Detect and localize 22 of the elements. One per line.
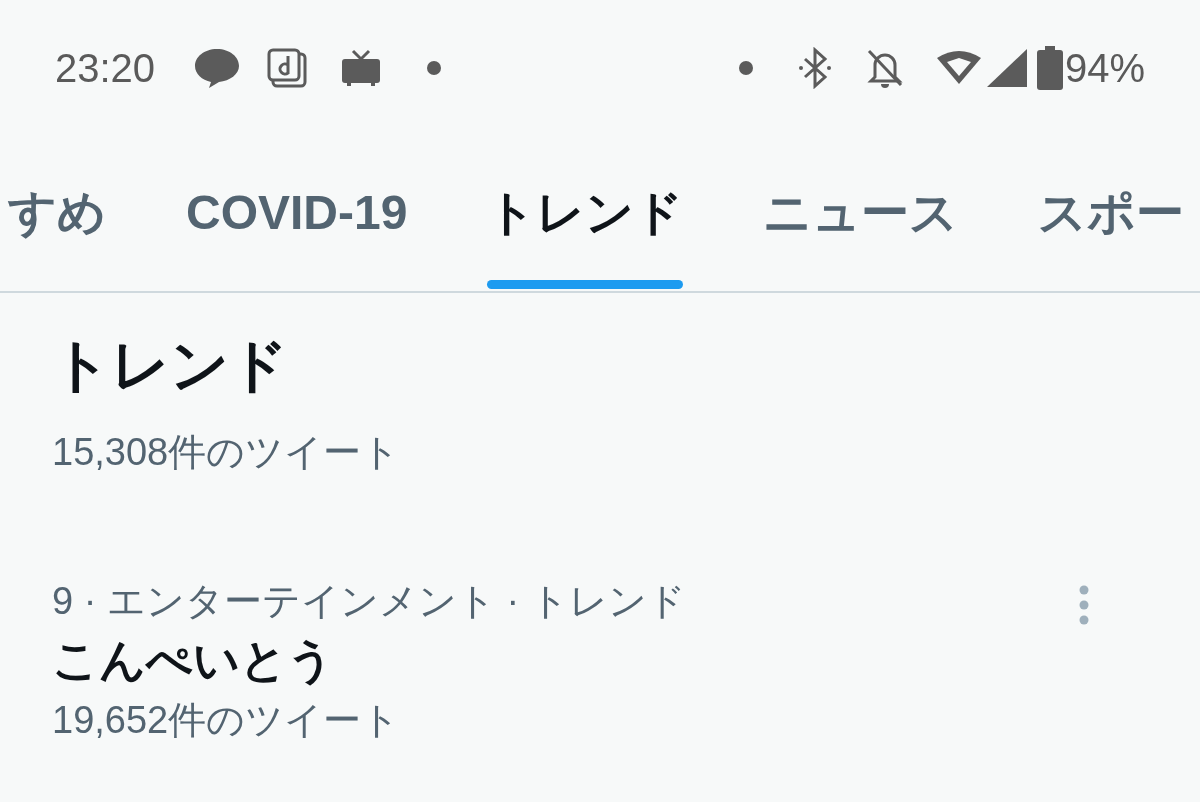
clock-time: 23:20 — [55, 44, 156, 92]
tab[interactable]: COVID-19 — [186, 135, 408, 291]
tab[interactable]: ニュース — [763, 135, 959, 291]
dot-icon — [427, 60, 442, 75]
trend-name[interactable]: トレンド — [52, 325, 1145, 405]
tab[interactable]: スポー — [1038, 135, 1185, 291]
trend-category: 9 · エンターテインメント · トレンド — [52, 579, 686, 624]
dot-icon — [738, 60, 753, 75]
tweet-count: 19,652件のツイート — [52, 698, 402, 743]
tweet-count: 15,308件のツイート — [52, 430, 402, 475]
bluetooth-icon — [796, 46, 833, 89]
trend-name[interactable]: こんぺいとう — [52, 625, 1145, 695]
battery-icon — [1036, 45, 1063, 90]
battery-percent: 94% — [1064, 44, 1145, 92]
tab[interactable]: すめ — [8, 135, 106, 291]
app-icon — [267, 47, 308, 88]
tab[interactable]: トレンド — [487, 135, 684, 291]
chat-bubble-icon — [193, 46, 242, 89]
signal-icon — [986, 48, 1027, 87]
tv-icon — [341, 48, 382, 87]
more-options-icon[interactable] — [1079, 585, 1089, 625]
wifi-icon — [934, 49, 983, 86]
